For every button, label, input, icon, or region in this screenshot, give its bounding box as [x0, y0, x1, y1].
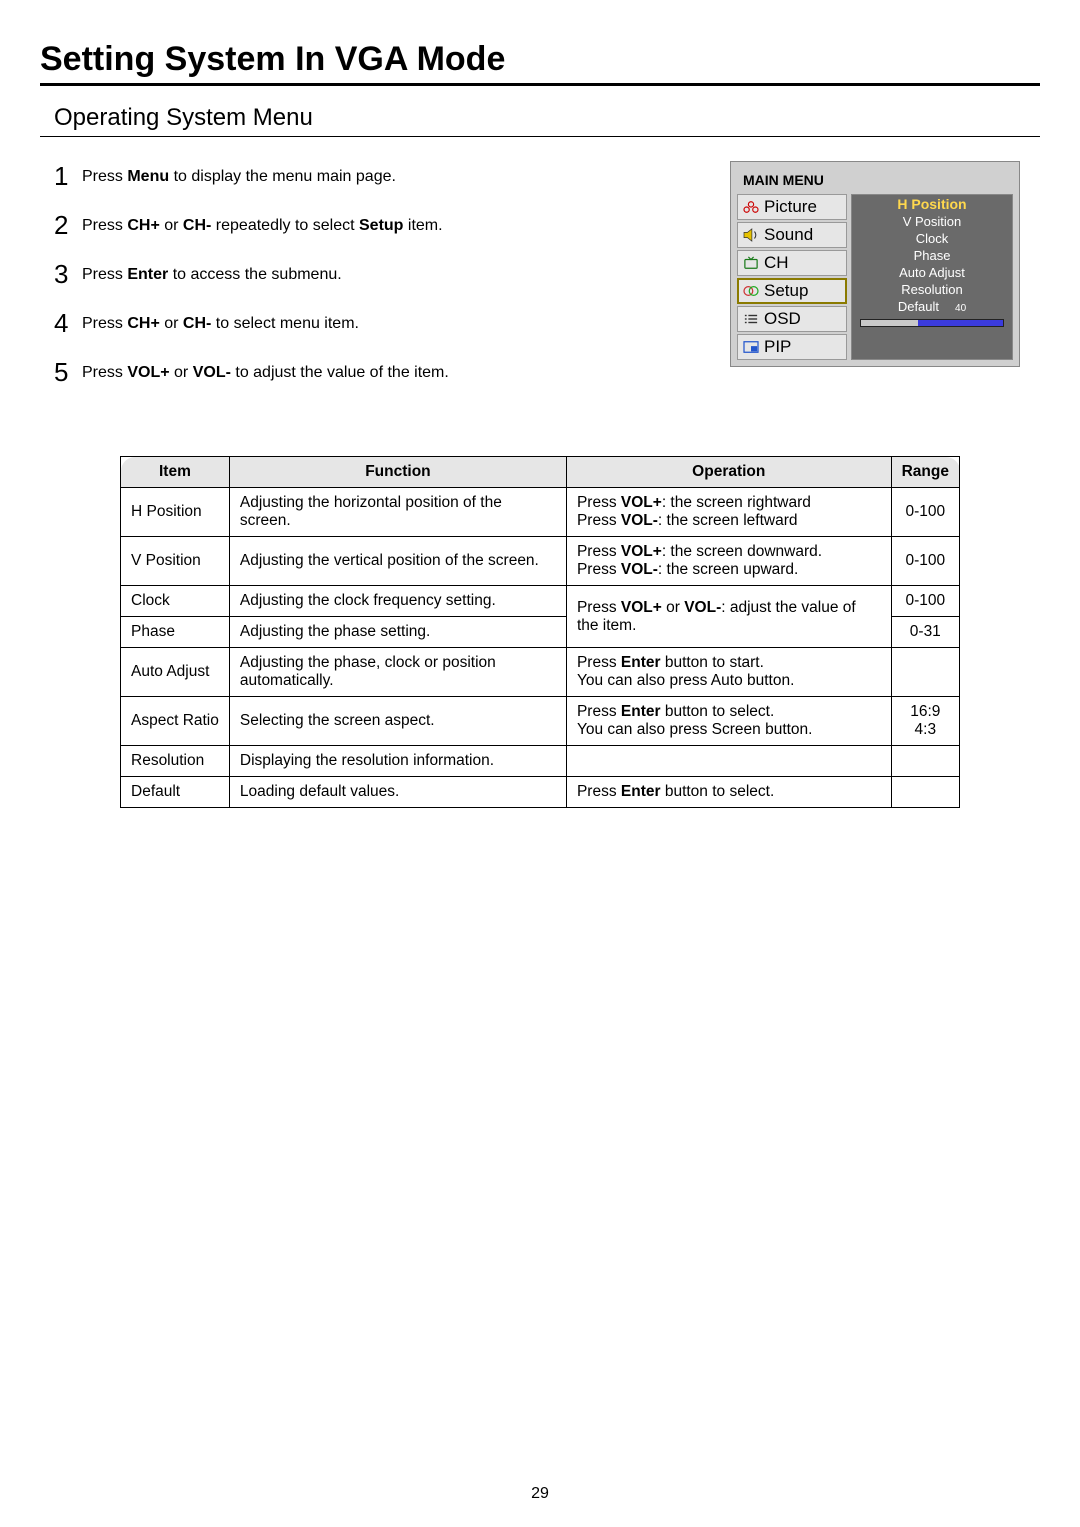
osd-subitem-autoadjust[interactable]: Auto Adjust: [852, 264, 1012, 281]
cell-item: Clock: [121, 586, 230, 617]
table-row: Auto Adjust Adjusting the phase, clock o…: [121, 648, 960, 697]
cell-range: 0-31: [891, 617, 959, 648]
osd-subitem-clock[interactable]: Clock: [852, 230, 1012, 247]
step-number: 5: [54, 357, 82, 388]
th-item: Item: [121, 457, 230, 488]
step-3: 3 Press Enter to access the submenu.: [54, 259, 706, 290]
osd-item-label: Sound: [764, 225, 813, 245]
cell-operation: Press VOL+: the screen rightward Press V…: [566, 488, 891, 537]
osd-item-label: OSD: [764, 309, 801, 329]
osd-item-label: CH: [764, 253, 789, 273]
step-number: 3: [54, 259, 82, 290]
cell-item: Default: [121, 777, 230, 808]
cell-range: [891, 746, 959, 777]
section-heading: Operating System Menu: [54, 104, 1040, 132]
step-text: Press VOL+ or VOL- to adjust the value o…: [82, 364, 449, 382]
table-row: Resolution Displaying the resolution inf…: [121, 746, 960, 777]
cell-operation: Press Enter button to select. You can al…: [566, 697, 891, 746]
cell-function: Displaying the resolution information.: [229, 746, 566, 777]
th-range: Range: [891, 457, 959, 488]
table-row: Default Loading default values. Press En…: [121, 777, 960, 808]
step-text: Press Menu to display the menu main page…: [82, 168, 396, 186]
cell-function: Loading default values.: [229, 777, 566, 808]
osd-default-label: Default: [898, 299, 939, 314]
table-row: Clock Adjusting the clock frequency sett…: [121, 586, 960, 617]
osd-item-picture[interactable]: Picture: [737, 194, 847, 220]
cell-operation-shared: Press VOL+ or VOL-: adjust the value of …: [566, 586, 891, 648]
osd-item-ch[interactable]: CH: [737, 250, 847, 276]
osd-left-column: Picture Sound CH: [737, 194, 847, 360]
osd-item-label: PIP: [764, 337, 791, 357]
th-function: Function: [229, 457, 566, 488]
cell-item: Aspect Ratio: [121, 697, 230, 746]
osd-item-setup[interactable]: Setup: [737, 278, 847, 304]
th-operation: Operation: [566, 457, 891, 488]
osd-subitem-hposition[interactable]: H Position: [852, 195, 1012, 213]
cell-function: Selecting the screen aspect.: [229, 697, 566, 746]
cell-range: [891, 777, 959, 808]
step-number: 2: [54, 210, 82, 241]
list-icon: [742, 312, 760, 326]
cell-range: 16:9 4:3: [891, 697, 959, 746]
table-row: V Position Adjusting the vertical positi…: [121, 537, 960, 586]
cell-range: 0-100: [891, 537, 959, 586]
cell-operation: Press Enter button to select.: [566, 777, 891, 808]
page-number: 29: [0, 1485, 1080, 1503]
cell-item: Phase: [121, 617, 230, 648]
osd-item-osd[interactable]: OSD: [737, 306, 847, 332]
cell-function: Adjusting the vertical position of the s…: [229, 537, 566, 586]
cell-operation: [566, 746, 891, 777]
setup-icon: [742, 284, 760, 298]
cell-operation: Press Enter button to start. You can als…: [566, 648, 891, 697]
step-number: 1: [54, 161, 82, 192]
cell-function: Adjusting the phase setting.: [229, 617, 566, 648]
step-2: 2 Press CH+ or CH- repeatedly to select …: [54, 210, 706, 241]
step-text: Press Enter to access the submenu.: [82, 266, 342, 284]
cell-range: 0-100: [891, 586, 959, 617]
cell-range: [891, 648, 959, 697]
osd-item-label: Picture: [764, 197, 817, 217]
cell-function: Adjusting the clock frequency setting.: [229, 586, 566, 617]
table-row: Aspect Ratio Selecting the screen aspect…: [121, 697, 960, 746]
table-row: H Position Adjusting the horizontal posi…: [121, 488, 960, 537]
osd-item-sound[interactable]: Sound: [737, 222, 847, 248]
osd-main-menu: MAIN MENU Picture Sound: [730, 161, 1020, 367]
picture-icon: [742, 200, 760, 214]
osd-subitem-resolution[interactable]: Resolution: [852, 281, 1012, 298]
cell-operation: Press VOL+: the screen downward. Press V…: [566, 537, 891, 586]
step-number: 4: [54, 308, 82, 339]
page-title: Setting System In VGA Mode: [40, 40, 1040, 86]
cell-item: Resolution: [121, 746, 230, 777]
osd-subitem-phase[interactable]: Phase: [852, 247, 1012, 264]
section-rule: [40, 136, 1040, 137]
cell-item: Auto Adjust: [121, 648, 230, 697]
osd-right-panel: H Position V Position Clock Phase Auto A…: [851, 194, 1013, 360]
step-text: Press CH+ or CH- to select menu item.: [82, 315, 359, 333]
cell-item: H Position: [121, 488, 230, 537]
osd-default-value: 40: [955, 303, 966, 314]
step-5: 5 Press VOL+ or VOL- to adjust the value…: [54, 357, 706, 388]
settings-table: Item Function Operation Range H Position…: [120, 456, 960, 808]
cell-function: Adjusting the horizontal position of the…: [229, 488, 566, 537]
osd-item-label: Setup: [764, 281, 808, 301]
cell-item: V Position: [121, 537, 230, 586]
pip-icon: [742, 340, 760, 354]
osd-value-bar[interactable]: [852, 315, 1012, 333]
step-1: 1 Press Menu to display the menu main pa…: [54, 161, 706, 192]
cell-function: Adjusting the phase, clock or position a…: [229, 648, 566, 697]
step-4: 4 Press CH+ or CH- to select menu item.: [54, 308, 706, 339]
tv-icon: [742, 256, 760, 270]
osd-title: MAIN MENU: [737, 168, 1013, 194]
osd-subitem-vposition[interactable]: V Position: [852, 213, 1012, 230]
cell-range: 0-100: [891, 488, 959, 537]
steps-list: 1 Press Menu to display the menu main pa…: [54, 155, 706, 406]
step-text: Press CH+ or CH- repeatedly to select Se…: [82, 217, 443, 235]
osd-subitem-default[interactable]: Default 40: [852, 298, 1012, 315]
sound-icon: [742, 228, 760, 242]
osd-item-pip[interactable]: PIP: [737, 334, 847, 360]
